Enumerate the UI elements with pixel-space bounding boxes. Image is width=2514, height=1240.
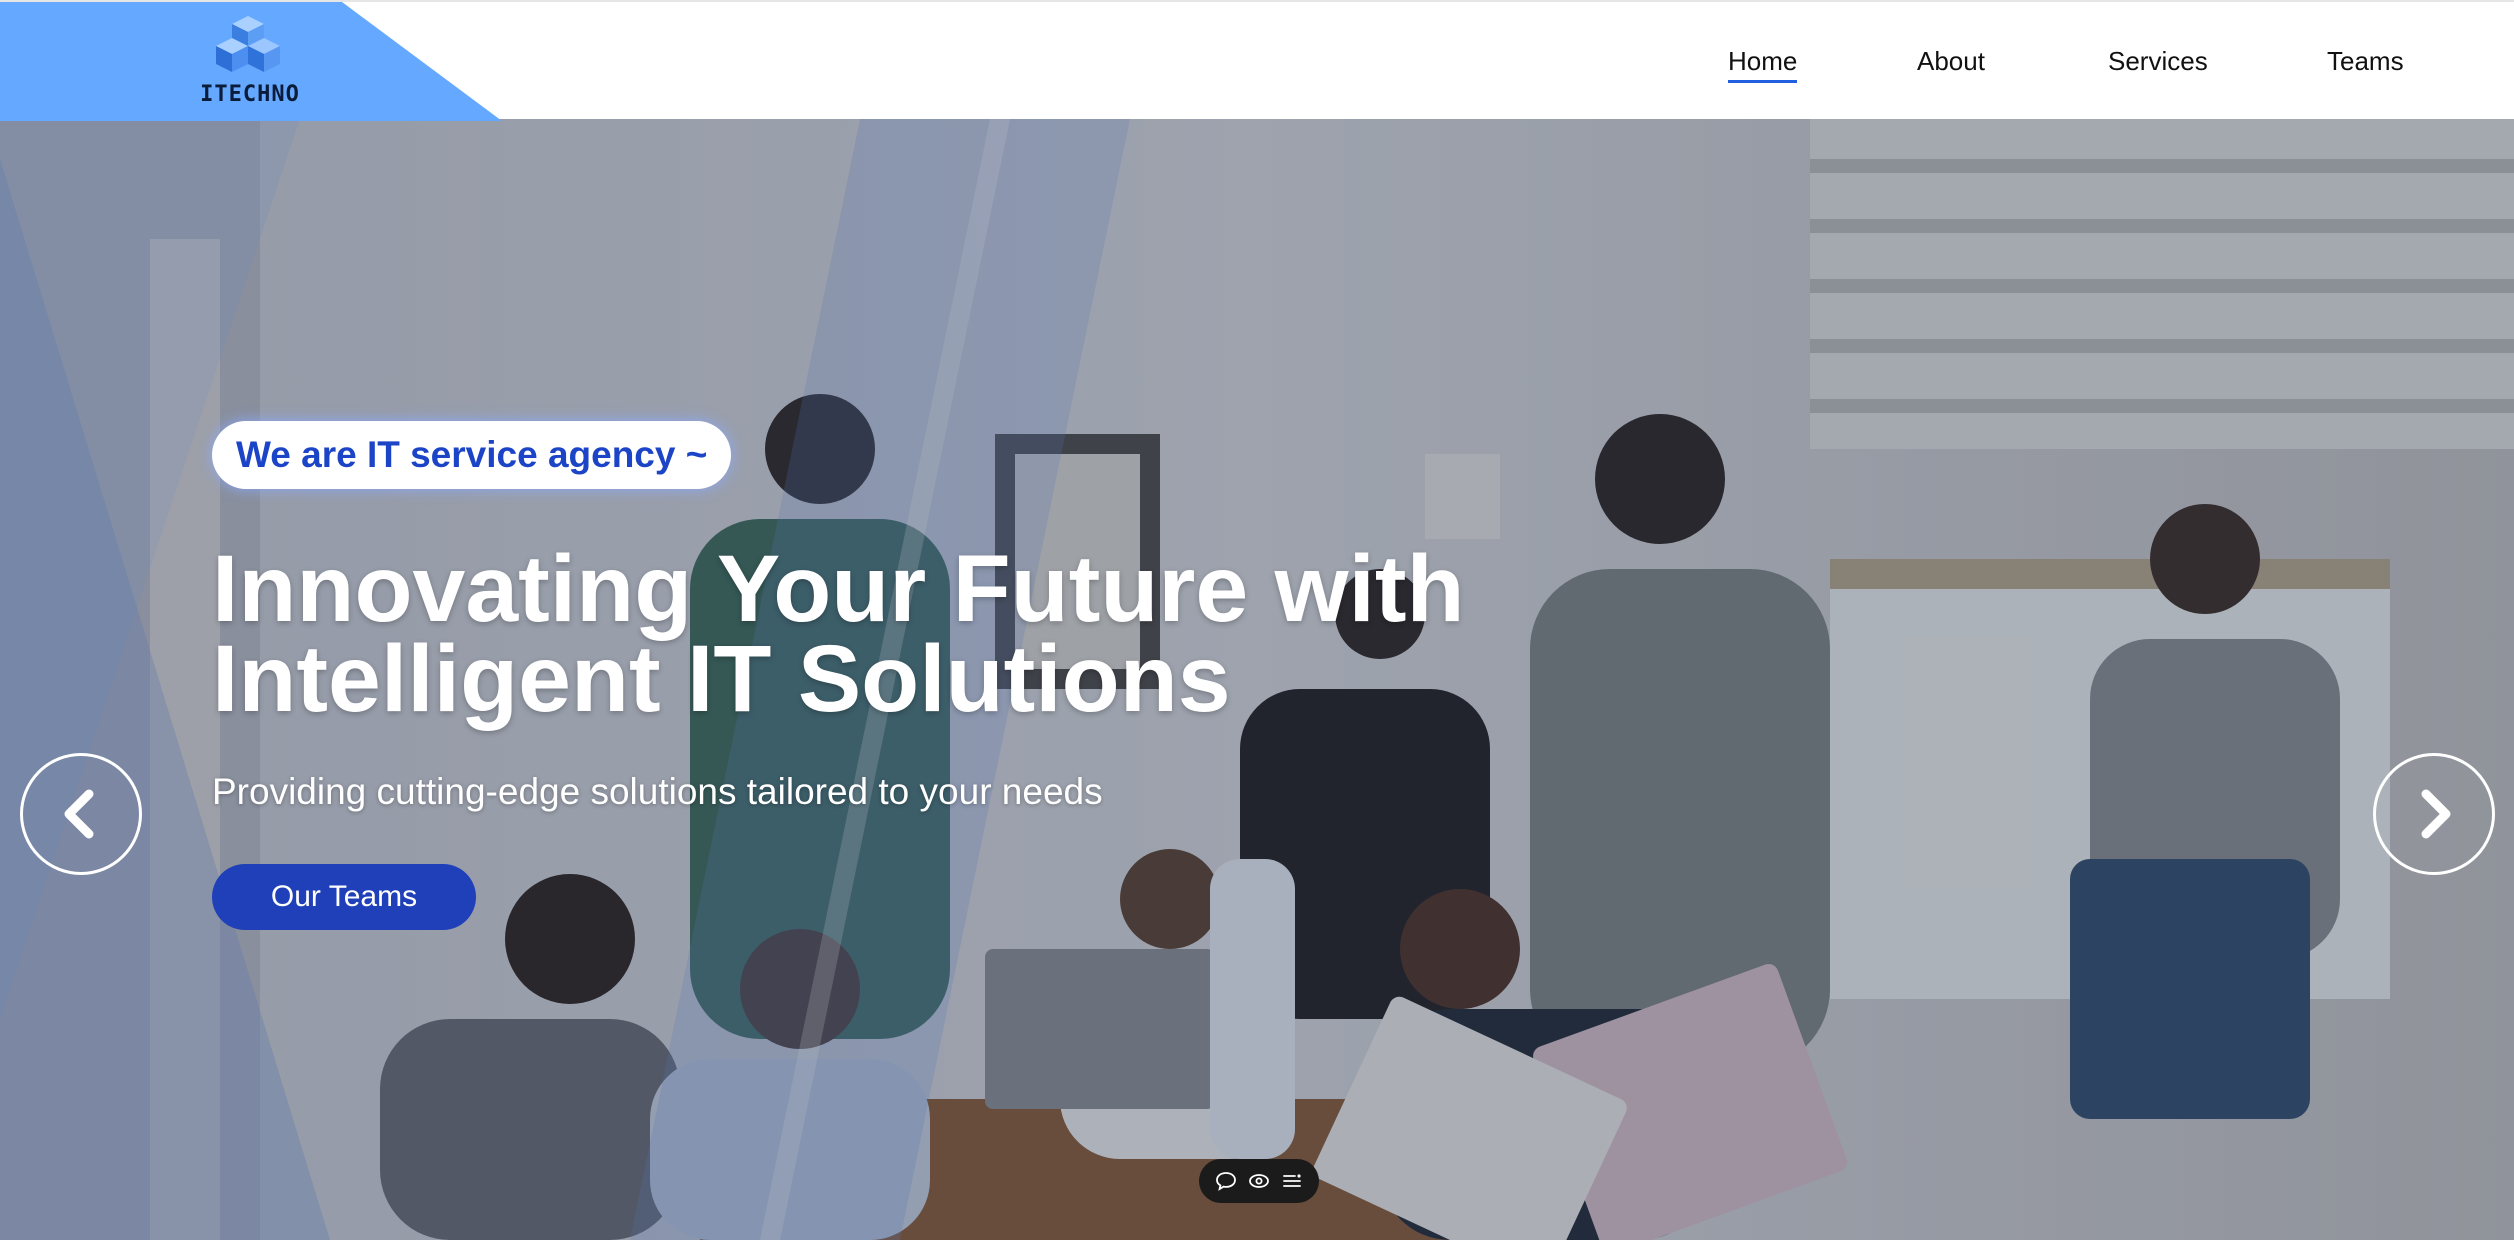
hero-headline: Innovating Your Future with Intelligent … [212, 542, 1812, 727]
agency-tagline-pill: We are IT service agency ~ [212, 421, 732, 489]
eye-icon [1249, 1174, 1269, 1188]
view-button[interactable] [1245, 1167, 1273, 1195]
logo-cubes-icon[interactable] [210, 16, 280, 82]
nav-link-teams[interactable]: Teams [2327, 46, 2404, 77]
nav-link-home[interactable]: Home [1728, 46, 1798, 83]
floating-toolbar [1199, 1159, 1319, 1203]
slider-prev-button[interactable] [20, 753, 142, 875]
hero-headline-line2: Intelligent IT Solutions [212, 626, 1231, 732]
nav-link-services[interactable]: Services [2108, 46, 2208, 77]
comment-button[interactable] [1212, 1167, 1240, 1195]
site-header: ITECHNO Home About Services Teams [0, 0, 2514, 121]
slider-next-button[interactable] [2373, 753, 2495, 875]
our-teams-button[interactable]: Our Teams [212, 864, 476, 930]
comment-icon [1215, 1172, 1236, 1191]
logo-wordmark[interactable]: ITECHNO [190, 82, 310, 107]
menu-icon [1283, 1174, 1302, 1187]
chevron-right-icon [2421, 789, 2451, 839]
chevron-left-icon [64, 789, 94, 839]
menu-button[interactable] [1278, 1167, 1306, 1195]
hero-slider: We are IT service agency ~ Innovating Yo… [0, 119, 2514, 1240]
agency-tagline: We are IT service agency ~ [236, 434, 708, 475]
nav-link-about[interactable]: About [1917, 46, 1985, 77]
hero-subheadline: Providing cutting-edge solutions tailore… [212, 771, 1103, 812]
